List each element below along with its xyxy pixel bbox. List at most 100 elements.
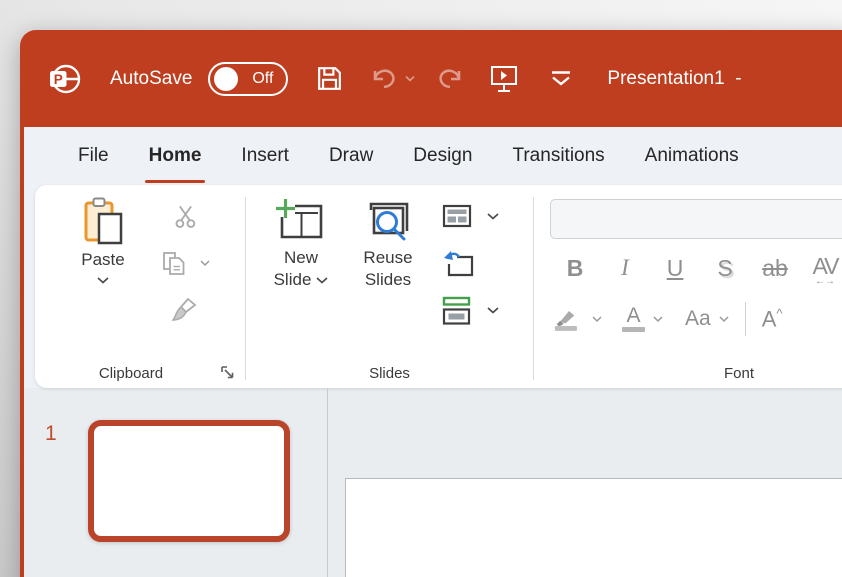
redo-icon <box>435 65 465 92</box>
slides-group-label: Slides <box>246 365 533 382</box>
change-case-button[interactable]: Aa <box>685 307 711 331</box>
window-title: Presentation1 - <box>607 68 741 90</box>
cut-icon <box>172 203 199 230</box>
redo-button[interactable] <box>435 65 465 92</box>
tab-file[interactable]: File <box>58 127 129 185</box>
reset-slide-icon <box>442 249 475 278</box>
powerpoint-window: P AutoSave Off <box>20 30 842 577</box>
slides-group: New Slide <box>246 185 533 388</box>
new-slide-button[interactable]: New Slide <box>262 195 340 291</box>
ribbon: Paste <box>24 185 842 388</box>
tab-design[interactable]: Design <box>393 127 492 185</box>
chevron-down-icon <box>653 316 663 323</box>
dialog-launcher-icon <box>220 365 235 380</box>
editor-area <box>328 388 842 577</box>
clipboard-group: Paste <box>35 185 245 388</box>
tab-insert[interactable]: Insert <box>221 127 309 185</box>
ribbon-tab-strip: File Home Insert Draw Design Transitions… <box>24 127 842 185</box>
tab-home[interactable]: Home <box>129 127 222 185</box>
clipboard-group-label: Clipboard <box>35 365 245 382</box>
undo-icon <box>369 65 399 92</box>
slide-number: 1 <box>45 422 57 446</box>
cut-button[interactable] <box>172 193 199 240</box>
tab-transitions[interactable]: Transitions <box>492 127 624 185</box>
highlighter-icon <box>554 305 584 333</box>
reuse-slides-button[interactable]: Reuse Slides <box>348 195 428 291</box>
slides-mini-column <box>442 193 522 334</box>
tab-draw[interactable]: Draw <box>309 127 393 185</box>
reuse-slides-label-2: Slides <box>365 269 411 291</box>
slide-1-thumbnail[interactable] <box>88 420 290 542</box>
undo-button[interactable] <box>369 65 399 92</box>
new-slide-label-1: New <box>284 247 318 269</box>
autosave-toggle[interactable]: Off <box>208 62 288 96</box>
new-slide-label-2: Slide <box>274 269 312 291</box>
format-painter-button[interactable] <box>171 287 199 334</box>
spacing-arrows-icon: ←→ <box>800 280 842 284</box>
start-slideshow-icon <box>487 63 521 95</box>
svg-text:P: P <box>54 72 63 87</box>
reuse-slides-icon <box>361 195 415 247</box>
italic-button[interactable]: I <box>600 255 650 281</box>
paste-button[interactable]: Paste <box>67 195 139 284</box>
character-spacing-label: AV <box>813 253 838 279</box>
save-icon <box>314 63 345 94</box>
chevron-down-icon <box>97 277 109 284</box>
font-color-letter: A <box>626 306 640 326</box>
section-button[interactable] <box>442 287 522 334</box>
highlighter-button[interactable] <box>554 305 584 333</box>
chevron-down-icon <box>487 307 499 314</box>
font-buttons-row-1: B I U S ab AV ←→ <box>550 247 842 289</box>
toggle-knob <box>214 67 238 91</box>
slide-layout-icon <box>442 204 473 229</box>
chevron-down-icon <box>592 316 602 323</box>
copy-icon <box>160 250 189 278</box>
powerpoint-logo-icon: P <box>46 60 84 98</box>
font-buttons-row-2: A Aa A^ <box>554 297 782 341</box>
format-painter-icon <box>171 297 199 324</box>
grow-font-letter: A <box>762 306 777 331</box>
section-icon <box>442 296 472 326</box>
tab-animations[interactable]: Animations <box>625 127 759 185</box>
row-divider <box>745 302 746 336</box>
chevron-down-icon <box>316 277 328 284</box>
chevron-down-icon <box>719 316 729 323</box>
font-name-combobox[interactable] <box>550 199 842 239</box>
title-bar: P AutoSave Off <box>20 30 842 127</box>
font-group: B I U S ab AV ←→ <box>534 185 842 388</box>
reset-slide-button[interactable] <box>442 240 522 287</box>
chevron-down-icon <box>405 75 415 82</box>
font-color-bar <box>622 327 645 333</box>
window-content: File Home Insert Draw Design Transitions… <box>24 127 842 577</box>
new-slide-icon <box>274 195 328 247</box>
qat-overflow-button[interactable] <box>549 70 573 87</box>
reuse-slides-label-1: Reuse <box>363 247 412 269</box>
font-group-label: Font <box>664 365 814 382</box>
paste-icon <box>79 195 127 249</box>
autosave-label: AutoSave <box>110 68 192 90</box>
ribbon-panel: Paste <box>35 185 842 388</box>
strikethrough-button[interactable]: ab <box>750 255 800 282</box>
slide-thumbnail-panel: 1 <box>24 388 327 577</box>
start-slideshow-button[interactable] <box>487 63 521 95</box>
undo-menu-chevron[interactable] <box>405 75 415 82</box>
font-color-button[interactable]: A <box>622 306 645 333</box>
autosave-state: Off <box>252 70 273 88</box>
clipboard-mini-column <box>155 193 215 334</box>
chevron-down-icon <box>487 213 499 220</box>
copy-button[interactable] <box>160 240 210 287</box>
paste-label: Paste <box>81 249 124 271</box>
desktop: P AutoSave Off <box>0 0 842 577</box>
underline-button[interactable]: U <box>650 255 700 282</box>
text-shadow-button[interactable]: S <box>700 255 750 282</box>
increase-font-size-button[interactable]: A^ <box>762 306 783 332</box>
bold-button[interactable]: B <box>550 255 600 282</box>
slide-layout-button[interactable] <box>442 193 522 240</box>
clipboard-dialog-launcher[interactable] <box>220 365 235 380</box>
workspace: 1 <box>24 388 842 577</box>
character-spacing-button[interactable]: AV ←→ <box>800 253 842 284</box>
slide-canvas[interactable] <box>345 478 842 577</box>
save-button[interactable] <box>314 63 345 94</box>
qat-overflow-icon <box>549 70 573 87</box>
copy-chevron-icon <box>200 260 210 267</box>
